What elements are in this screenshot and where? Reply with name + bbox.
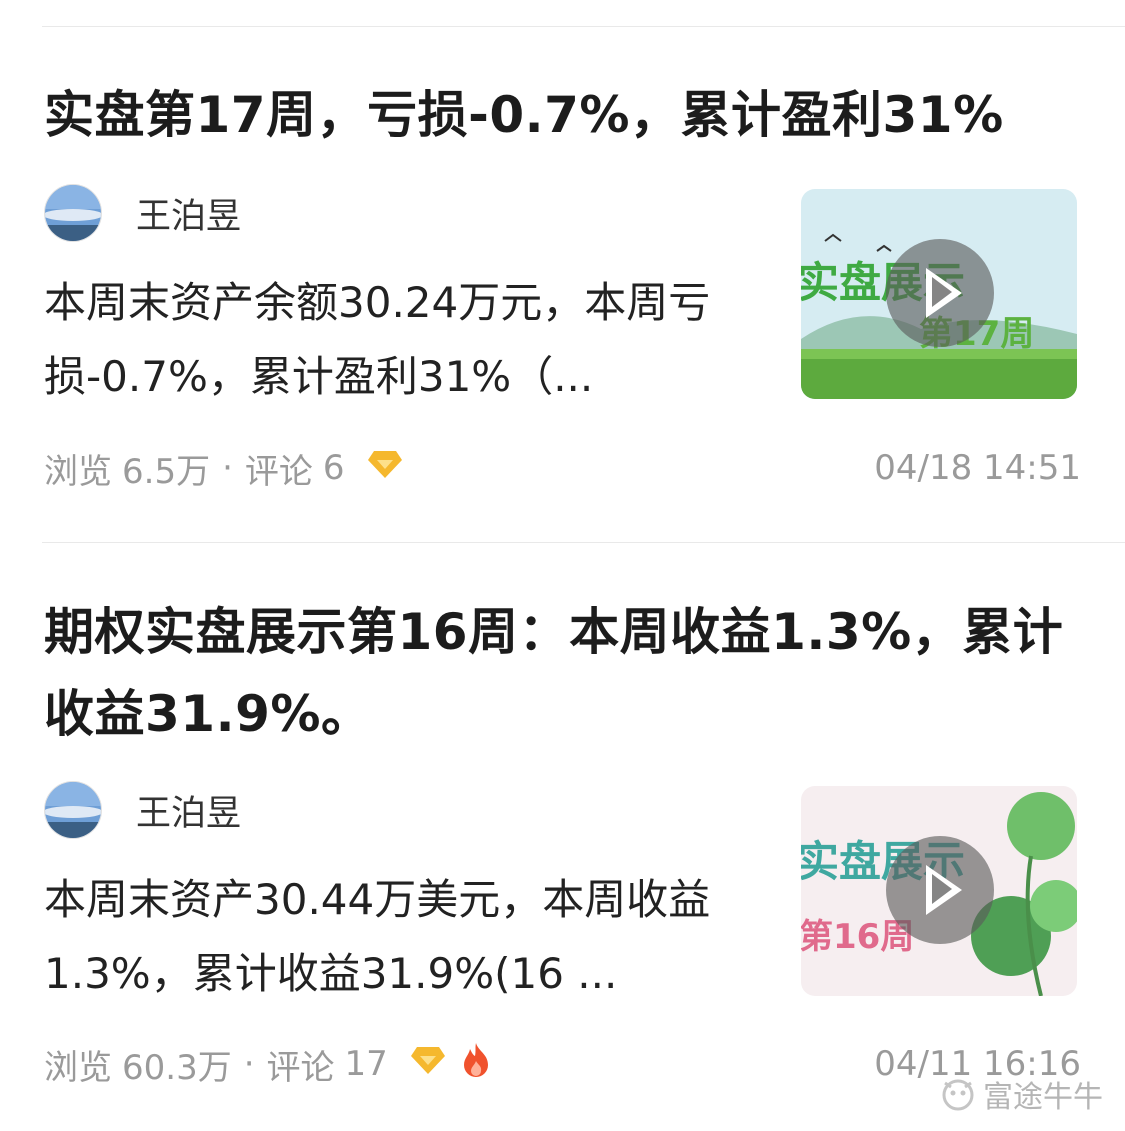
post-card[interactable]: 期权实盘展示第16周：本周收益1.3%，累计收益31.9%。 王泊昱 本周末资产… xyxy=(0,543,1125,1103)
author-row[interactable]: 王泊昱 xyxy=(44,781,241,839)
watermark: 富途牛牛 xyxy=(939,1072,1103,1116)
avatar[interactable] xyxy=(44,184,102,242)
post-card[interactable]: 实盘第17周，亏损-0.7%，累计盈利31% 王泊昱 本周末资产余额30.24万… xyxy=(0,0,1125,540)
meta-separator: · xyxy=(243,1044,255,1084)
post-title[interactable]: 期权实盘展示第16周：本周收益1.3%，累计收益31.9%。 xyxy=(44,591,1084,755)
author-name[interactable]: 王泊昱 xyxy=(136,785,241,836)
comments-label: 评论 xyxy=(266,1047,335,1088)
diamond-icon xyxy=(410,1044,446,1084)
video-thumbnail[interactable]: 实盘展示 第17周 xyxy=(801,189,1077,399)
views-count: 60.3万 xyxy=(122,1047,232,1088)
comments-label: 评论 xyxy=(244,451,313,492)
meta-separator: · xyxy=(222,448,233,488)
diamond-icon xyxy=(367,448,403,488)
comments-count: 17 xyxy=(344,1044,388,1084)
post-summary: 本周末资产30.44万美元，本周收益1.3%，累计收益31.9%(16 ... xyxy=(44,875,711,998)
video-thumbnail[interactable]: 实盘展示 第16周 xyxy=(801,786,1077,996)
post-summary: 本周末资产余额30.24万元，本周亏损-0.7%，累计盈利31%（... xyxy=(44,278,711,401)
fire-icon xyxy=(460,1042,492,1087)
author-row[interactable]: 王泊昱 xyxy=(44,184,241,242)
views-label: 浏览 xyxy=(44,1047,112,1088)
post-title[interactable]: 实盘第17周，亏损-0.7%，累计盈利31% xyxy=(44,74,1084,156)
comments-count: 6 xyxy=(322,448,345,488)
post-meta: 浏览 6.5万 · 评论 6 04/18 14:51 xyxy=(44,443,1081,493)
post-time: 04/18 14:51 xyxy=(874,448,1081,488)
views-label: 浏览 xyxy=(44,451,112,492)
niuniu-logo-icon xyxy=(942,1079,974,1111)
play-icon[interactable] xyxy=(886,239,994,347)
play-icon[interactable] xyxy=(886,836,994,944)
author-name[interactable]: 王泊昱 xyxy=(136,188,241,239)
watermark-text: 富途牛牛 xyxy=(983,1080,1103,1115)
avatar[interactable] xyxy=(44,781,102,839)
post-meta: 浏览 60.3万 · 评论 17 04/11 16:16 xyxy=(44,1039,1081,1089)
views-count: 6.5万 xyxy=(122,451,211,492)
